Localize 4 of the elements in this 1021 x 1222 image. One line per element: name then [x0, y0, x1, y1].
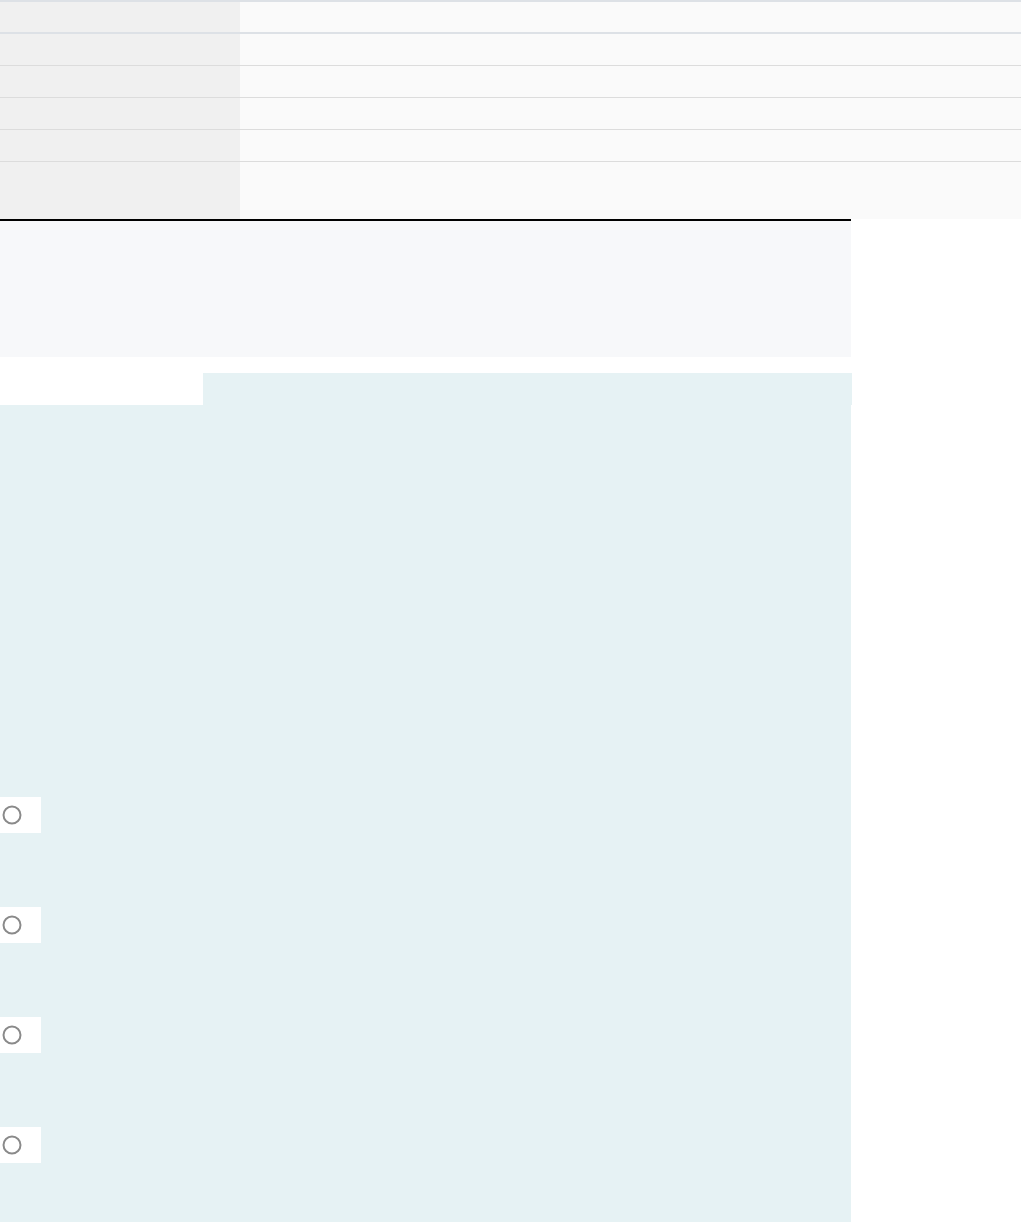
radio-option[interactable] [0, 1017, 41, 1053]
radio-option[interactable] [0, 797, 41, 833]
radio-option[interactable] [0, 907, 41, 943]
radio-option[interactable] [0, 1127, 41, 1163]
